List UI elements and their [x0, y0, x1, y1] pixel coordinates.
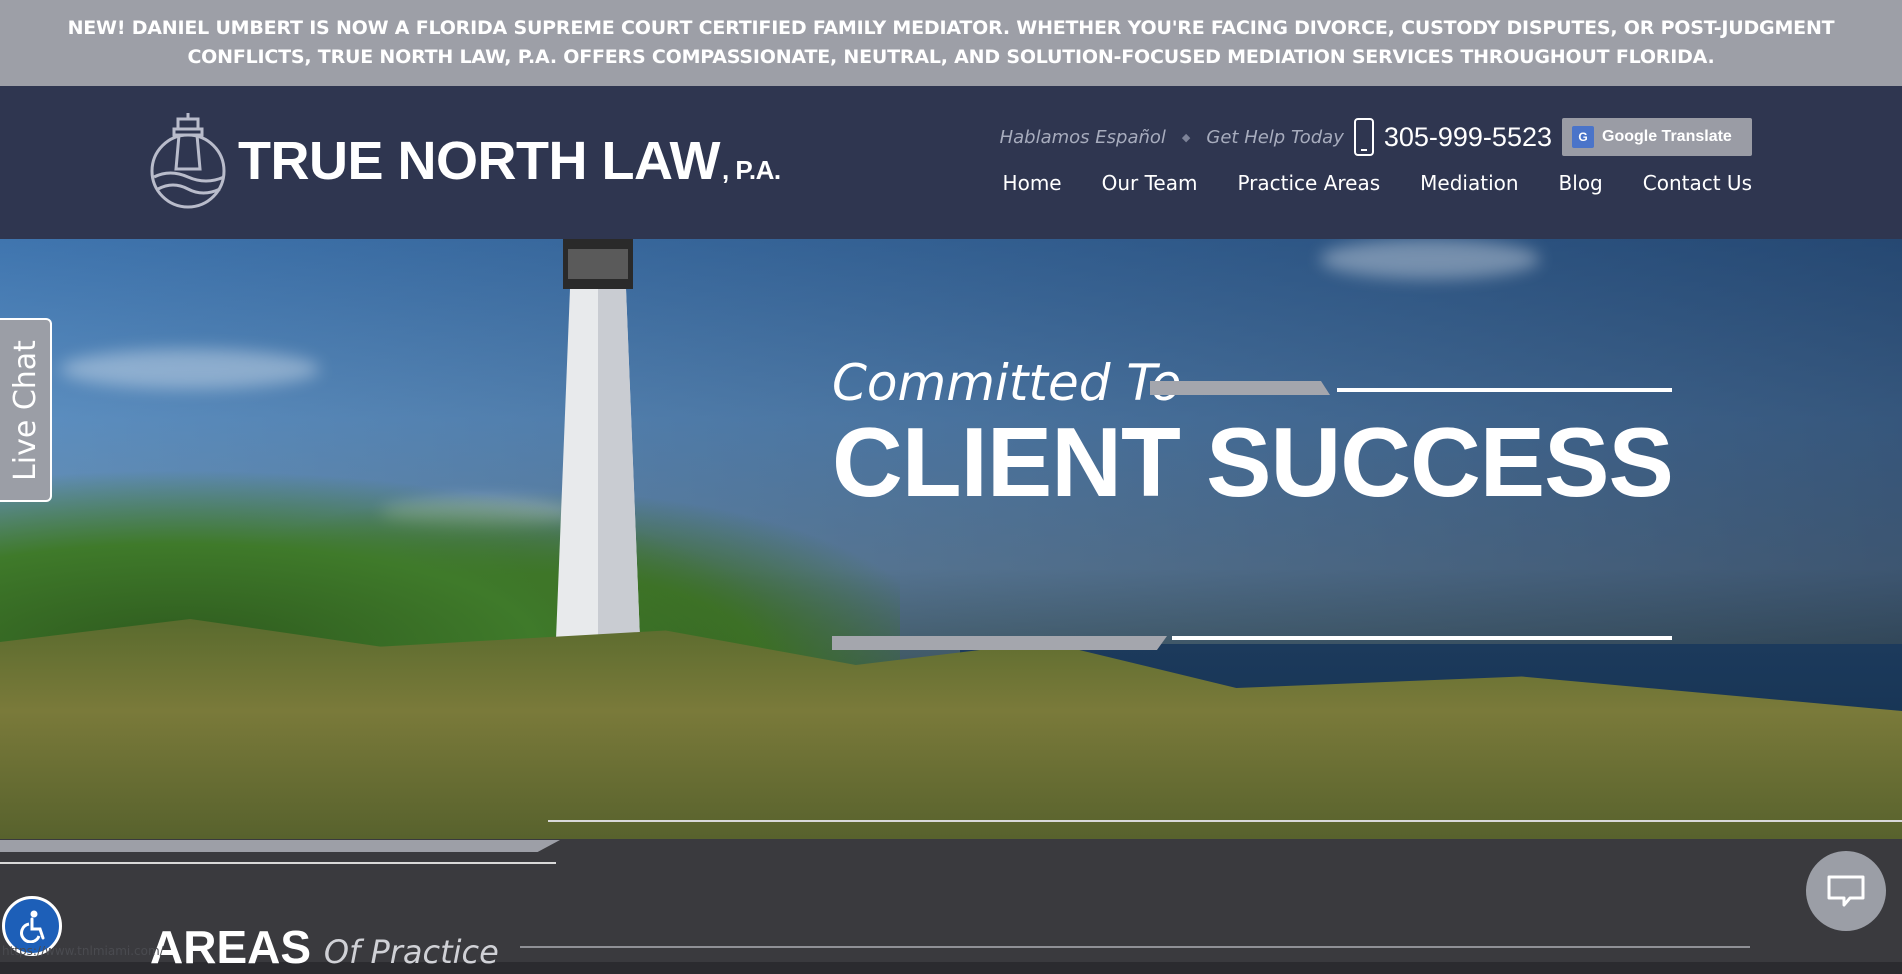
hero-accent-bar — [1150, 381, 1330, 395]
live-chat-label: Live Chat — [7, 339, 43, 481]
spanish-tagline: Hablamos Español — [999, 126, 1166, 148]
accessibility-icon — [20, 910, 45, 943]
nav-mediation[interactable]: Mediation — [1420, 171, 1518, 195]
hero-accent-line — [1172, 636, 1672, 640]
areas-title: AREAS — [150, 921, 312, 973]
status-url: https://www.tnlmiami.com/ — [2, 944, 164, 958]
hero-accent-bar — [832, 636, 1167, 650]
translate-label: Google Translate — [1602, 128, 1732, 145]
contact-bar: Hablamos Español ◆ Get Help Today 305-99… — [1000, 118, 1752, 156]
areas-subtitle: Of Practice — [323, 933, 499, 971]
phone-link[interactable]: 305-999-5523 — [1384, 122, 1552, 153]
hero-line-2: CLIENT SUCCESS — [832, 407, 1674, 517]
google-translate-button[interactable]: G Google Translate — [1562, 118, 1752, 156]
hero-banner: Committed To CLIENT SUCCESS — [0, 239, 1902, 839]
hero-heading: Committed To CLIENT SUCCESS — [832, 354, 1674, 650]
logo-wordmark: TRUE NORTH LAW, P.A. — [238, 130, 781, 192]
logo-suffix: , P.A. — [721, 155, 781, 185]
chat-widget-button[interactable] — [1806, 851, 1886, 931]
logo-text: TRUE NORTH LAW — [238, 131, 720, 191]
announcement-banner: NEW! DANIEL UMBERT IS NOW A FLORIDA SUPR… — [0, 0, 1902, 86]
nav-practice-areas[interactable]: Practice Areas — [1237, 171, 1380, 195]
section-divider-bar — [0, 840, 560, 852]
phone-icon — [1353, 118, 1374, 156]
help-tagline: Get Help Today — [1206, 126, 1344, 148]
chat-bubble-icon — [1827, 875, 1865, 907]
hero-accent-line — [1337, 388, 1672, 392]
areas-rule — [520, 946, 1750, 948]
section-divider-line — [0, 862, 556, 864]
site-logo[interactable]: TRUE NORTH LAW, P.A. — [148, 111, 781, 211]
diamond-separator-icon: ◆ — [1181, 130, 1191, 144]
section-divider-line — [548, 820, 1902, 822]
live-chat-tab[interactable]: Live Chat — [0, 318, 52, 502]
google-translate-icon: G — [1572, 126, 1594, 148]
hero-cloud — [1320, 239, 1540, 279]
lighthouse-logo-icon — [150, 113, 226, 209]
areas-heading: AREAS Of Practice — [150, 920, 499, 974]
nav-blog[interactable]: Blog — [1559, 171, 1603, 195]
nav-our-team[interactable]: Our Team — [1102, 171, 1198, 195]
nav-home[interactable]: Home — [1003, 171, 1062, 195]
lighthouse-image — [556, 239, 640, 639]
nav-contact-us[interactable]: Contact Us — [1643, 171, 1752, 195]
main-nav: Home Our Team Practice Areas Mediation B… — [1003, 171, 1752, 195]
site-header: TRUE NORTH LAW, P.A. Hablamos Español ◆ … — [0, 86, 1902, 239]
announcement-text: NEW! DANIEL UMBERT IS NOW A FLORIDA SUPR… — [67, 17, 1835, 68]
hero-cloud — [60, 349, 320, 389]
